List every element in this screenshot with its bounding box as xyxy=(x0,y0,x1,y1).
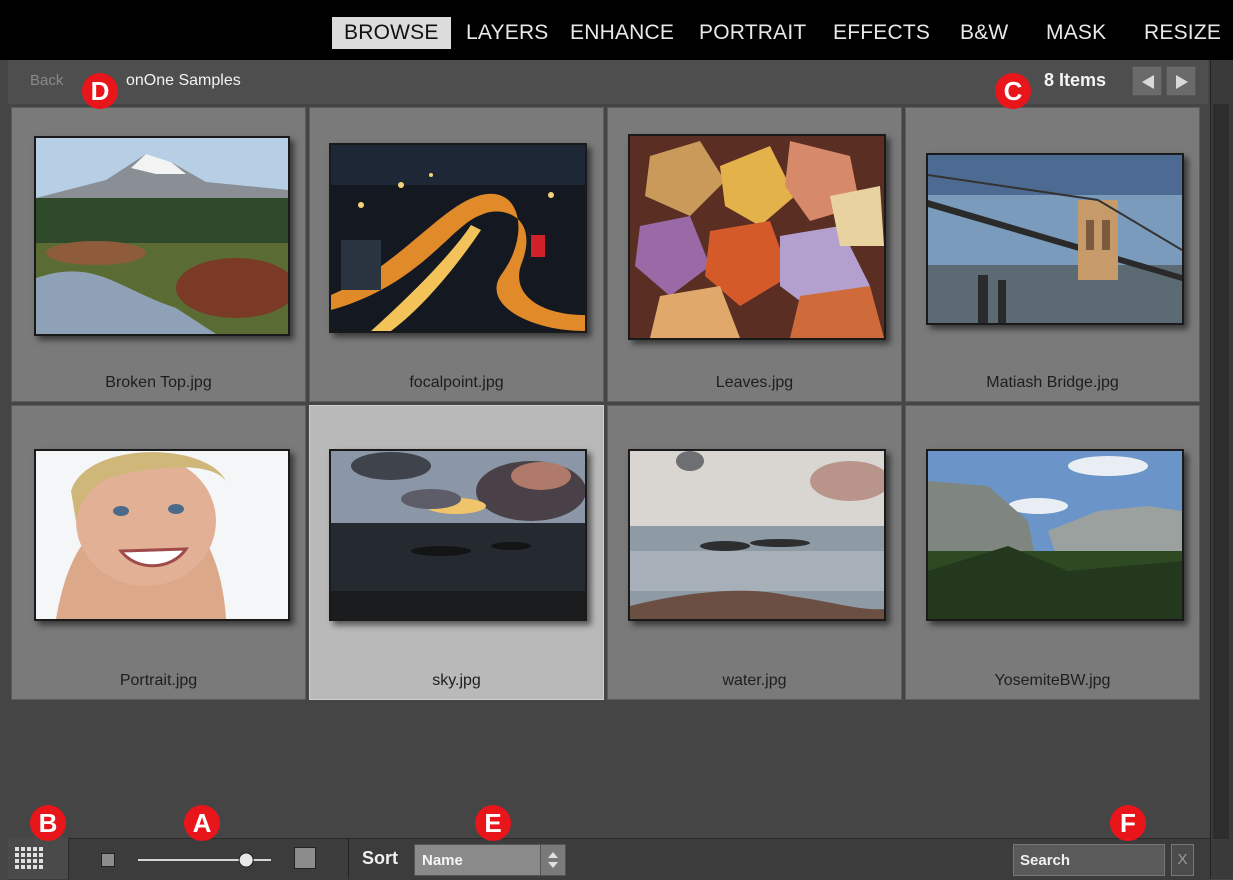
thumbnail-cell[interactable]: focalpoint.jpg xyxy=(309,107,604,402)
thumbnail-filename: Matiash Bridge.jpg xyxy=(986,374,1119,391)
sort-dropdown[interactable]: Name xyxy=(414,844,566,876)
tab-portrait[interactable]: PORTRAIT xyxy=(699,17,806,49)
clear-search-button[interactable]: X xyxy=(1171,844,1194,876)
prev-page-button[interactable] xyxy=(1132,66,1162,96)
slider-knob[interactable] xyxy=(238,852,254,868)
thumbnail-image xyxy=(329,449,587,621)
thumbnail-cell[interactable]: Leaves.jpg xyxy=(607,107,902,402)
thumbnail-cell[interactable]: water.jpg xyxy=(607,405,902,700)
thumbnail-filename: sky.jpg xyxy=(432,672,481,689)
thumbnail-cell[interactable]: Portrait.jpg xyxy=(11,405,306,700)
sort-label: Sort xyxy=(362,848,398,868)
thumbnail-cell[interactable]: Broken Top.jpg xyxy=(11,107,306,402)
tab-browse[interactable]: BROWSE xyxy=(332,17,451,49)
search-placeholder: Search xyxy=(1020,852,1071,869)
arrow-left-icon xyxy=(1142,75,1154,89)
thumbnail-image xyxy=(926,449,1184,621)
thumbnail-cell[interactable]: Matiash Bridge.jpg xyxy=(905,107,1200,402)
folder-title: onOne Samples xyxy=(126,72,241,89)
callout-badge-d: D xyxy=(82,73,118,109)
thumbnail-filename: YosemiteBW.jpg xyxy=(994,672,1111,689)
thumbnail-filename: water.jpg xyxy=(722,672,787,689)
tab-mask[interactable]: MASK xyxy=(1046,17,1106,49)
thumbnail-image xyxy=(329,143,587,333)
next-page-button[interactable] xyxy=(1166,66,1196,96)
grid-view-button[interactable] xyxy=(8,838,69,879)
thumbnail-image xyxy=(628,134,886,340)
thumbnail-image xyxy=(926,153,1184,325)
callout-badge-a: A xyxy=(184,805,220,841)
toolbar-divider xyxy=(348,838,349,879)
thumbnail-cell-selected[interactable]: sky.jpg xyxy=(309,405,604,700)
thumbnail-size-slider[interactable] xyxy=(138,852,271,868)
tab-effects[interactable]: EFFECTS xyxy=(833,17,930,49)
search-input[interactable]: Search xyxy=(1013,844,1165,876)
callout-badge-e: E xyxy=(475,805,511,841)
sort-selected-value: Name xyxy=(422,852,463,869)
thumbnail-image xyxy=(628,449,886,621)
grid-view-icon xyxy=(15,847,43,869)
thumbnail-cell[interactable]: YosemiteBW.jpg xyxy=(905,405,1200,700)
tab-resize[interactable]: RESIZE xyxy=(1144,17,1221,49)
tab-layers[interactable]: LAYERS xyxy=(466,17,549,49)
thumbnail-filename: Leaves.jpg xyxy=(715,374,794,391)
updown-arrows-icon xyxy=(540,845,565,875)
large-thumbnail-icon[interactable] xyxy=(294,847,316,869)
tab-bw[interactable]: B&W xyxy=(960,17,1008,49)
callout-badge-b: B xyxy=(30,805,66,841)
callout-badge-c: C xyxy=(995,73,1031,109)
small-thumbnail-icon[interactable] xyxy=(101,853,115,867)
thumbnail-filename: Portrait.jpg xyxy=(119,672,198,689)
thumbnail-filename: focalpoint.jpg xyxy=(409,374,504,391)
tab-enhance[interactable]: ENHANCE xyxy=(570,17,674,49)
thumbnail-image xyxy=(34,136,290,336)
items-count: 8 Items xyxy=(1044,70,1107,90)
thumbnail-filename: Broken Top.jpg xyxy=(105,374,212,391)
thumbnail-image xyxy=(34,449,290,621)
thumbnail-grid: Broken Top.jpg focalpoint.jpg Leaves.jpg… xyxy=(11,107,1203,703)
arrow-right-icon xyxy=(1176,75,1188,89)
callout-badge-f: F xyxy=(1110,805,1146,841)
scrollbar-thumb[interactable] xyxy=(1213,104,1229,839)
back-button[interactable]: Back xyxy=(30,72,63,89)
top-nav-bar: BROWSE LAYERS ENHANCE PORTRAIT EFFECTS B… xyxy=(0,0,1233,60)
